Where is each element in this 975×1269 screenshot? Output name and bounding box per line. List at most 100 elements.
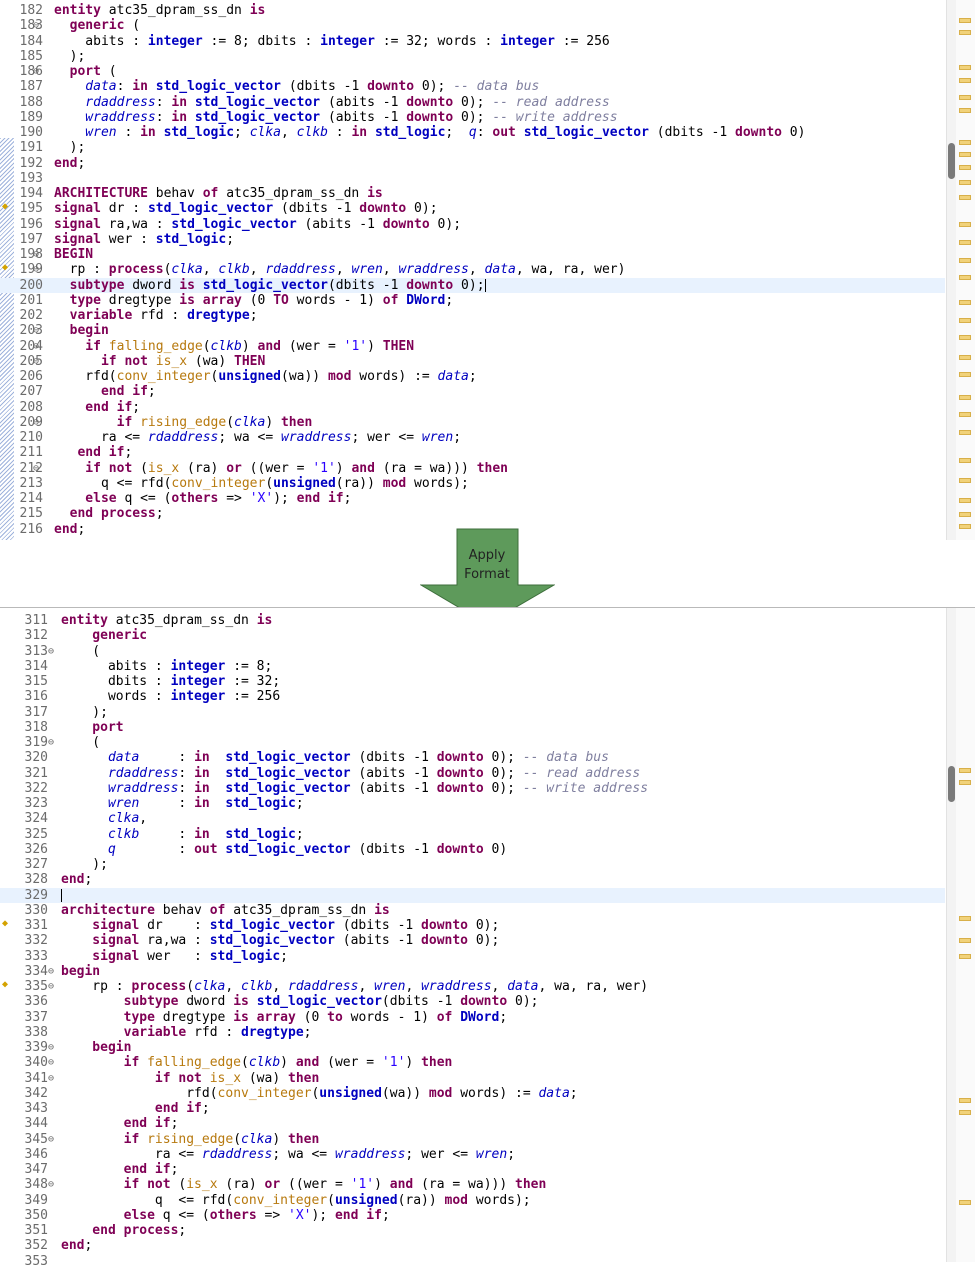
code-line[interactable]: 322 wraddress: in std_logic_vector (abit… [0,781,945,796]
code-line[interactable]: 353 [0,1254,945,1269]
code-line[interactable]: 333 signal wer : std_logic; [0,949,945,964]
code-line[interactable]: 187 data: in std_logic_vector (dbits -1 … [0,79,945,94]
code-line[interactable]: 209 ⊖ if rising_edge(clka) then [0,415,945,430]
code-line[interactable]: 189 wraddress: in std_logic_vector (abit… [0,110,945,125]
code-line[interactable]: 195 ◆ signal dr : std_logic_vector (dbits … [0,201,945,216]
code-line[interactable]: 201 type dregtype is array (0 TO words -… [0,293,945,308]
overview-marker[interactable] [959,152,971,157]
overview-marker[interactable] [959,108,971,113]
fold-toggle-icon[interactable]: ⊖ [33,18,43,33]
code-line[interactable]: 183 ⊖ generic ( [0,18,945,33]
overview-marker[interactable] [959,355,971,360]
fold-toggle-icon[interactable]: ⊖ [33,247,43,262]
overview-marker[interactable] [959,18,971,23]
code-line[interactable]: 338 variable rfd : dregtype; [0,1025,945,1040]
code-line[interactable]: 348 ⊖ if not (is_x (ra) or ((wer = '1') a… [0,1177,945,1192]
overview-marker[interactable] [959,222,971,227]
code-line[interactable]: 320 data : in std_logic_vector (dbits -1… [0,750,945,765]
fold-toggle-icon[interactable]: ⊖ [48,1132,58,1147]
warning-marker-icon[interactable]: ◆ [2,979,13,990]
code-line[interactable]: 335 ⊖ ◆ rp : process(clka, clkb, rdaddress… [0,979,945,994]
code-line[interactable]: 351 end process; [0,1223,945,1238]
code-line[interactable]: 319 ⊖ ( [0,735,945,750]
code-line[interactable]: 198 ⊖ BEGIN [0,247,945,262]
code-line[interactable]: 327 ); [0,857,945,872]
overview-marker[interactable] [959,954,971,959]
code-line[interactable]: 206 rfd(conv_integer(unsigned(wa)) mod w… [0,369,945,384]
overview-marker[interactable] [959,30,971,35]
overview-marker[interactable] [959,780,971,785]
overview-marker[interactable] [959,430,971,435]
code-line[interactable]: 205 ⊖ if not is_x (wa) THEN [0,354,945,369]
code-line[interactable]: 328 end; [0,872,945,887]
code-line[interactable]: 196 signal ra,wa : std_logic_vector (abit… [0,217,945,232]
code-line[interactable]: 210 ra <= rdaddress; wa <= wraddress; we… [0,430,945,445]
fold-toggle-icon[interactable]: ⊖ [48,1040,58,1055]
code-line[interactable]: 340 ⊖ if falling_edge(clkb) and (wer = '1… [0,1055,945,1070]
code-line[interactable]: 192 end; [0,156,945,171]
code-line[interactable]: 329 [0,887,945,903]
code-line[interactable]: 212 ⊖ if not (is_x (ra) or ((wer = '1') a… [0,461,945,476]
fold-toggle-icon[interactable]: ⊖ [33,323,43,338]
fold-toggle-icon[interactable]: ⊖ [33,354,43,369]
code-line[interactable]: 213 q <= rfd(conv_integer(unsigned(ra)) … [0,476,945,491]
code-line[interactable]: 188 rdaddress: in std_logic_vector (abit… [0,95,945,110]
editor-after[interactable]: 311 entity atc35_dpram_ss_dn is 312 generi… [0,607,975,1269]
fold-toggle-icon[interactable]: ⊖ [33,262,43,277]
warning-marker-icon[interactable]: ◆ [2,262,13,273]
fold-toggle-icon[interactable]: ⊖ [48,1055,58,1070]
scrollbar-thumb[interactable] [948,143,955,179]
overview-marker[interactable] [959,300,971,305]
overview-marker[interactable] [959,498,971,503]
code-line[interactable]: 186 ⊖ port ( [0,64,945,79]
overview-marker[interactable] [959,1098,971,1103]
code-line[interactable]: 321 rdaddress: in std_logic_vector (abit… [0,766,945,781]
overview-marker[interactable] [959,258,971,263]
overview-ruler[interactable] [956,0,975,540]
code-line[interactable]: 207 end if; [0,384,945,399]
overview-marker[interactable] [959,180,971,185]
overview-marker[interactable] [959,165,971,170]
code-line[interactable]: 202 variable rfd : dregtype; [0,308,945,323]
code-line[interactable]: 342 rfd(conv_integer(unsigned(wa)) mod w… [0,1086,945,1101]
code-line[interactable]: 208 end if; [0,400,945,415]
overview-marker[interactable] [959,195,971,200]
code-line[interactable]: 324 clka, [0,811,945,826]
code-line[interactable]: 315 dbits : integer := 32; [0,674,945,689]
fold-toggle-icon[interactable]: ⊖ [48,644,58,659]
code-line[interactable]: 337 type dregtype is array (0 to words -… [0,1010,945,1025]
code-line[interactable]: 330 architecture behav of atc35_dpram_ss_… [0,903,945,918]
fold-toggle-icon[interactable]: ⊖ [33,64,43,79]
code-line[interactable]: 326 q : out std_logic_vector (dbits -1 d… [0,842,945,857]
overview-marker[interactable] [959,1200,971,1205]
overview-marker[interactable] [959,916,971,921]
code-line[interactable]: 185 ); [0,49,945,64]
code-line[interactable]: 311 entity atc35_dpram_ss_dn is [0,613,945,628]
fold-toggle-icon[interactable]: ⊖ [48,1177,58,1192]
code-line[interactable]: 341 ⊖ if not is_x (wa) then [0,1071,945,1086]
code-line[interactable]: 334 ⊖ begin [0,964,945,979]
code-line[interactable]: 200 subtype dword is std_logic_vector(db… [0,277,945,293]
code-line[interactable]: 318 port [0,720,945,735]
overview-marker[interactable] [959,95,971,100]
fold-toggle-icon[interactable]: ⊖ [33,339,43,354]
code-line[interactable]: 347 end if; [0,1162,945,1177]
overview-marker[interactable] [959,372,971,377]
code-line[interactable]: 203 ⊖ begin [0,323,945,338]
code-line[interactable]: 323 wren : in std_logic; [0,796,945,811]
code-line[interactable]: 211 end if; [0,445,945,460]
code-line[interactable]: 190 wren : in std_logic; clka, clkb : in… [0,125,945,140]
overview-marker[interactable] [959,1110,971,1115]
code-line[interactable]: 182 entity atc35_dpram_ss_dn is [0,3,945,18]
overview-marker[interactable] [959,412,971,417]
code-line[interactable]: 184 abits : integer := 8; dbits : intege… [0,34,945,49]
overview-marker[interactable] [959,512,971,517]
code-line[interactable]: 331 ◆ signal dr : std_logic_vector (dbits… [0,918,945,933]
code-line[interactable]: 214 else q <= (others => 'X'); end if; [0,491,945,506]
fold-toggle-icon[interactable]: ⊖ [33,415,43,430]
editor-before[interactable]: 182 entity atc35_dpram_ss_dn is 183 ⊖ gener… [0,0,975,540]
code-line[interactable]: 316 words : integer := 256 [0,689,945,704]
code-line[interactable]: 344 end if; [0,1116,945,1131]
warning-marker-icon[interactable]: ◆ [2,201,13,212]
warning-marker-icon[interactable]: ◆ [2,918,13,929]
